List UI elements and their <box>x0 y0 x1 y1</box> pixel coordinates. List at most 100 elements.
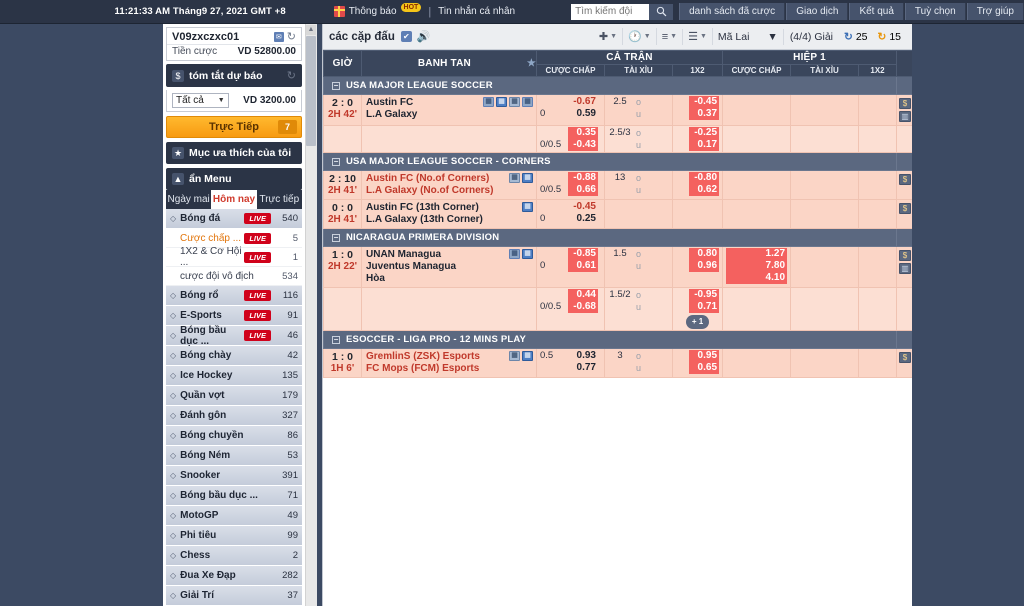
league-name-cell[interactable]: − USA MAJOR LEAGUE SOCCER - CORNERS <box>322 152 898 171</box>
odd-value[interactable]: 0.66 <box>568 184 598 196</box>
sidebar-sport-item[interactable]: ◇ Giải Trí 37 <box>166 586 302 606</box>
league-header-row[interactable]: −NICARAGUA PRIMERA DIVISIONC <box>322 228 926 247</box>
odd-value[interactable]: -0.45 <box>689 96 720 108</box>
summary-filter-select[interactable]: Tất cả ▼ <box>172 93 229 108</box>
sidebar-sport-subitem[interactable]: cược đội vô địch 534 <box>166 267 302 286</box>
timer-counter[interactable]: ↻ 15 <box>873 29 907 45</box>
odds-format-select[interactable]: Mã Lai ▼ <box>713 28 784 45</box>
ft-handicap-cell[interactable]: -0.67 0 0.59 <box>536 94 605 126</box>
sidebar-sport-item[interactable]: ◇ Bóng chuyền 86 <box>166 426 302 446</box>
bet-slip-icon[interactable]: $ <box>899 352 912 363</box>
sidebar-scroll-up-arrow[interactable]: ▲ <box>306 25 316 35</box>
stats-icon[interactable]: ▦ <box>522 202 533 212</box>
1h-1x2-cell[interactable] <box>858 125 898 153</box>
refresh-icon[interactable]: ↻ <box>287 32 296 43</box>
odd-value[interactable]: -0.43 <box>568 139 598 151</box>
match-row[interactable]: 2 : 10 2H 41' Austin FC (No.of Corners) L.A… <box>323 170 915 200</box>
1h-overunder-cell[interactable] <box>790 94 860 126</box>
notification-label[interactable]: Thông báo <box>349 6 397 17</box>
odd-value[interactable]: 0.80 <box>689 248 720 260</box>
favorites-item[interactable]: ★ Mục ưa thích của tôi <box>166 142 302 164</box>
x-odd-2[interactable]: 7.80 <box>726 260 788 272</box>
live-stream-icon[interactable]: ▦ <box>509 173 520 183</box>
match-row[interactable]: 0.35 0/0.5 -0.43 2.5/3 o u -0.25 0.17 <box>323 125 915 153</box>
ft-overunder-cell[interactable]: 2.5/3 o u <box>604 125 673 153</box>
sidebar-sport-item[interactable]: ◇ Bóng đá LIVE 540 <box>166 209 302 229</box>
live-button[interactable]: Trực Tiếp 7 <box>166 116 302 138</box>
odd-value[interactable]: 0.35 <box>568 127 598 139</box>
league-name-cell[interactable]: − ESOCCER - LIGA PRO - 12 MINS PLAY <box>322 330 898 349</box>
clock-icon[interactable]: 🕐 ▼ <box>623 28 657 45</box>
1h-1x2-cell[interactable] <box>858 287 898 331</box>
ft-overunder-cell[interactable] <box>604 199 673 229</box>
sidebar-sport-item[interactable]: ◇ Bóng Ném 53 <box>166 446 302 466</box>
1h-handicap-cell[interactable]: 1.27 7.80 4.10 <box>722 246 792 288</box>
1h-handicap-cell[interactable] <box>722 94 792 126</box>
nav-results[interactable]: Kết quả <box>849 3 904 20</box>
odd-value[interactable]: 0.61 <box>568 260 598 272</box>
live-stream-icon[interactable]: ▦ <box>509 351 520 361</box>
league-corner-icon[interactable]: C <box>896 330 926 349</box>
bet-slip-icon[interactable]: $ <box>899 98 912 109</box>
summary-refresh-icon[interactable]: ↻ <box>287 69 296 82</box>
league-header-row[interactable]: −USA MAJOR LEAGUE SOCCERC <box>322 76 926 95</box>
tab-live[interactable]: Trực tiếp <box>257 190 302 209</box>
odd-value[interactable]: 0.17 <box>689 139 720 151</box>
odd-value[interactable]: 0.62 <box>689 184 720 196</box>
odd-value[interactable]: 0.71 <box>689 301 720 313</box>
league-header-row[interactable]: −ESOCCER - LIGA PRO - 12 MINS PLAYC <box>322 330 926 349</box>
tv-icon[interactable]: ▦ <box>509 249 520 259</box>
leagues-count-label[interactable]: (4/4) Giải <box>784 29 839 45</box>
ft-1x2-cell[interactable] <box>671 199 724 229</box>
refresh-counter[interactable]: ↻ 25 <box>839 29 873 45</box>
ft-handicap-cell[interactable]: -0.45 0 0.25 <box>536 199 605 229</box>
odd-value[interactable]: -0.95 <box>689 289 720 301</box>
ft-1x2-cell[interactable]: 0.80 0.96 <box>671 246 724 288</box>
1h-overunder-cell[interactable] <box>790 170 860 200</box>
team-away[interactable]: L.A Galaxy (No.of Corners) <box>366 185 532 197</box>
bet-slip-icon[interactable]: $ <box>899 203 912 214</box>
1h-overunder-cell[interactable] <box>790 348 860 378</box>
tv-icon[interactable]: ▦ <box>522 97 533 107</box>
odd-value[interactable]: -0.45 <box>568 201 598 213</box>
search-icon[interactable] <box>649 3 674 20</box>
1h-overunder-cell[interactable] <box>790 246 860 288</box>
tab-today[interactable]: Hôm nay <box>211 190 257 209</box>
team-away[interactable]: L.A Galaxy <box>366 109 532 121</box>
sidebar-sport-subitem[interactable]: 1X2 & Cơ Hội ... LIVE 1 <box>166 246 302 268</box>
sidebar-sport-item[interactable]: ◇ Chess 2 <box>166 546 302 566</box>
league-name-cell[interactable]: − USA MAJOR LEAGUE SOCCER <box>322 76 898 95</box>
nav-help[interactable]: Trợ giúp <box>966 3 1024 20</box>
1h-1x2-cell[interactable] <box>858 94 898 126</box>
odd-value[interactable]: -0.25 <box>689 127 720 139</box>
team-away[interactable]: Juventus Managua <box>366 261 532 273</box>
match-row[interactable]: 0 : 0 2H 41' Austin FC (13th Corner) L.A Ga… <box>323 199 915 229</box>
minus-icon[interactable]: − <box>332 158 340 166</box>
sidebar-sport-item[interactable]: ◇ MotoGP 49 <box>166 506 302 526</box>
match-row[interactable]: 1 : 0 2H 22' UNAN Managua Juventus Managua H… <box>323 246 915 288</box>
hide-menu-toggle[interactable]: ▲ ẩn Menu <box>166 168 302 190</box>
ft-1x2-cell[interactable]: -0.25 0.17 <box>671 125 724 153</box>
league-corner-icon[interactable]: C <box>896 228 926 247</box>
ft-1x2-cell[interactable]: 0.95 0.65 <box>671 348 724 378</box>
ft-1x2-cell[interactable]: -0.45 0.37 <box>671 94 724 126</box>
ft-handicap-cell[interactable]: 0.35 0/0.5 -0.43 <box>536 125 605 153</box>
match-row[interactable]: 2 : 0 2H 42' Austin FC L.A Galaxy ▦ ▦ ▦ ▦ -0.67 0… <box>323 94 915 126</box>
odd-value[interactable]: 0.44 <box>568 289 598 301</box>
odd-value[interactable]: 0.93 <box>568 350 598 362</box>
team-draw[interactable]: Hòa <box>366 273 532 285</box>
sidebar-sport-item[interactable]: ◇ E-Sports LIVE 91 <box>166 306 302 326</box>
ft-overunder-cell[interactable]: 2.5 o u <box>604 94 673 126</box>
stats-icon[interactable]: ▦ <box>522 249 533 259</box>
team-away[interactable]: L.A Galaxy (13th Corner) <box>366 214 532 226</box>
odd-value[interactable]: -0.85 <box>568 248 598 260</box>
league-header-row[interactable]: −USA MAJOR LEAGUE SOCCER - CORNERSC <box>322 152 926 171</box>
stats-icon[interactable]: ▦ <box>522 173 533 183</box>
team-home[interactable]: Austin FC (13th Corner) <box>366 202 532 214</box>
sidebar-sport-item[interactable]: ◇ Snooker 391 <box>166 466 302 486</box>
ft-handicap-cell[interactable]: 0.44 0/0.5 -0.68 <box>536 287 605 331</box>
nav-options[interactable]: Tuỳ chọn <box>904 3 966 20</box>
minus-icon[interactable]: − <box>332 82 340 90</box>
odd-value[interactable]: -0.80 <box>689 172 720 184</box>
league-corner-icon[interactable]: C <box>896 76 926 95</box>
